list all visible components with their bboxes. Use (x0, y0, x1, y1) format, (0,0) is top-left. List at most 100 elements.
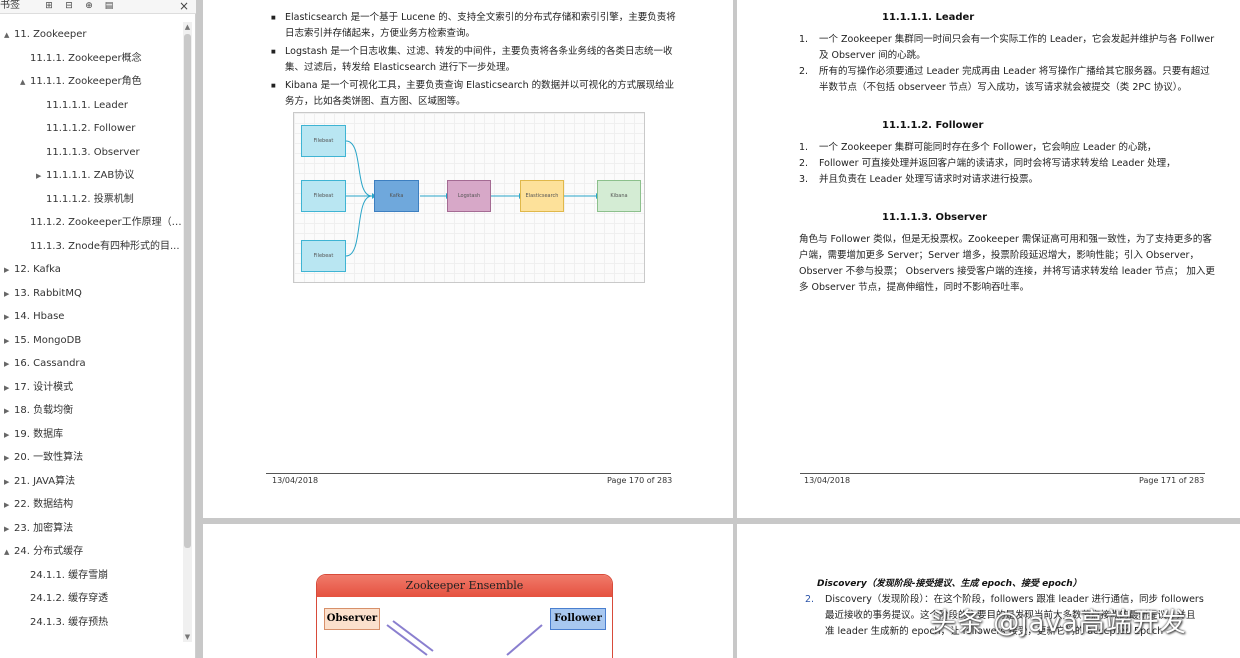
bookmark-label: 23. 加密算法 (14, 522, 74, 534)
collapsed-caret-icon[interactable]: ▶ (4, 353, 9, 375)
expanded-caret-icon[interactable]: ▲ (4, 541, 9, 563)
list-line: 及 Observer 间的心跳。 (819, 50, 926, 61)
bookmark-options-icon[interactable]: ▤ (103, 0, 115, 12)
scrollbar-thumb[interactable] (184, 34, 191, 548)
bookmark-item[interactable]: 24.1.3. 缓存预热 (0, 612, 182, 634)
bookmark-label: 21. JAVA算法 (14, 475, 76, 487)
bookmark-item[interactable]: 24.1.2. 缓存穿透 (0, 588, 182, 610)
elk-architecture-diagram: Filebeat Filebeat Filebeat Kafka Logstas… (293, 112, 645, 283)
bookmark-item[interactable]: ▲ 24. 分布式缓存 (0, 541, 182, 563)
bookmark-item[interactable]: ▶ 12. Kafka (0, 259, 182, 281)
bookmark-label: 24.1.1. 缓存雪崩 (30, 569, 109, 581)
expand-icon[interactable]: ⊞ (43, 0, 55, 12)
connector-line (506, 624, 543, 656)
document-viewer[interactable]: ■ Elasticsearch 是一个基于 Lucene 的、支持全文索引的分布式… (197, 0, 1240, 658)
bullet-icon: ■ (271, 15, 276, 21)
collapsed-caret-icon[interactable]: ▶ (4, 330, 9, 352)
bookmark-label: 11.1.3. Znode有四种形式的目... (30, 240, 180, 252)
bookmark-label: 18. 负载均衡 (14, 405, 74, 416)
bookmark-item[interactable]: ▶ 22. 数据结构 (0, 494, 182, 516)
bullet-line: 日志索引并存储起来，方便业务方检索查询。 (285, 28, 476, 39)
bookmark-item[interactable]: ▶ 11.1.1.1. ZAB协议 (0, 165, 182, 187)
bookmarks-scrollbar[interactable]: ▲ ▼ (183, 22, 192, 642)
list-line: 所有的写操作必须要通过 Leader 完成再由 Leader 将写操作广播给其它… (819, 66, 1210, 77)
bookmark-label: 11.1.1.1. ZAB协议 (46, 170, 135, 181)
collapsed-caret-icon[interactable]: ▶ (4, 283, 9, 305)
collapsed-caret-icon[interactable]: ▶ (4, 471, 9, 493)
bullet-line: Kibana 是一个可视化工具，主要负责查询 Elasticsearch 的数据… (285, 80, 675, 91)
bookmark-item[interactable]: ▶ 19. 数据库 (0, 424, 182, 446)
bookmarks-panel: 书签 ⊞ ⊟ ⊕ ▤ × ▲ 11. Zookeeper 11.1.1. Zooke… (0, 0, 196, 658)
bookmark-item[interactable]: 11.1.2. Zookeeper工作原理（原... (0, 212, 182, 234)
page-170: ■ Elasticsearch 是一个基于 Lucene 的、支持全文索引的分布式… (203, 0, 733, 518)
list-number: 1. (799, 34, 809, 45)
kibana-node: Kibana (597, 180, 641, 212)
bullet-icon: ■ (271, 49, 276, 55)
discovery-heading: Discovery（发现阶段-接受提议、生成 epoch、接受 epoch） (817, 579, 1082, 589)
bookmark-item[interactable]: ▶ 23. 加密算法 (0, 518, 182, 540)
bookmark-item[interactable]: ▶ 17. 设计模式 (0, 377, 182, 399)
bookmark-item[interactable]: 24.1.1. 缓存雪崩 (0, 565, 182, 587)
bookmark-item[interactable]: ▶ 16. Cassandra (0, 353, 182, 375)
follower-list-item: 1. 一个 Zookeeper 集群可能同时存在多个 Follower，它会响应 … (799, 140, 1219, 156)
footer-date: 13/04/2018 (272, 476, 319, 485)
add-bookmark-icon[interactable]: ⊕ (83, 0, 95, 12)
bookmark-item[interactable]: 11.1.1. Zookeeper概念 (0, 48, 182, 70)
collapsed-caret-icon[interactable]: ▶ (4, 518, 9, 540)
bookmark-item[interactable]: 11.1.3. Znode有四种形式的目... (0, 236, 182, 258)
bookmark-label: 14. Hbase (14, 311, 65, 322)
collapsed-caret-icon[interactable]: ▶ (4, 377, 9, 399)
follower-list-item: 2. Follower 可直接处理并返回客户端的读请求，同时会将写请求转发给 Le… (799, 156, 1219, 172)
bookmark-item[interactable]: 11.1.1.2. Follower (0, 118, 182, 140)
filebeat-node: Filebeat (301, 125, 346, 157)
collapsed-caret-icon[interactable]: ▶ (4, 447, 9, 469)
expanded-caret-icon[interactable]: ▲ (20, 71, 25, 93)
scroll-down-icon[interactable]: ▼ (183, 632, 192, 642)
paragraph-line: Observer 不参与投票； Observers 接受客户端的连接，并将写请求… (799, 266, 1215, 277)
bookmark-label: 11.1.1.2. 投票机制 (46, 193, 134, 205)
collapse-icon[interactable]: ⊟ (63, 0, 75, 12)
bookmark-label: 11.1.1. Zookeeper概念 (30, 52, 142, 64)
bookmark-label: 11. Zookeeper (14, 29, 87, 40)
collapsed-caret-icon[interactable]: ▶ (4, 259, 9, 281)
list-line: 一个 Zookeeper 集群同一时间只会有一个实际工作的 Leader，它会发… (819, 34, 1215, 45)
collapsed-caret-icon[interactable]: ▶ (4, 306, 9, 328)
bookmark-label: 11.1.1.3. Observer (46, 146, 140, 158)
bookmark-label: 17. 设计模式 (14, 381, 74, 393)
list-line: 一个 Zookeeper 集群可能同时存在多个 Follower，它会响应 Le… (819, 142, 1157, 153)
bookmark-item[interactable]: ▶ 18. 负载均衡 (0, 400, 182, 422)
collapsed-caret-icon[interactable]: ▶ (4, 424, 9, 446)
bookmark-label: 11.1.2. Zookeeper工作原理（原... (30, 217, 182, 228)
collapsed-caret-icon[interactable]: ▶ (4, 494, 9, 516)
bookmark-item[interactable]: ▲ 11. Zookeeper (0, 24, 182, 46)
bookmark-item[interactable]: ▲ 11.1.1. Zookeeper角色 (0, 71, 182, 93)
close-icon[interactable]: × (178, 0, 190, 12)
collapsed-caret-icon[interactable]: ▶ (4, 400, 9, 422)
bullet-line: 务方，比如各类饼图、直方图、区域图等。 (285, 96, 466, 107)
bookmark-label: 20. 一致性算法 (14, 452, 84, 463)
bookmark-label: 11.1.1.1. Leader (46, 99, 128, 111)
leader-list-item: 2. 所有的写操作必须要通过 Leader 完成再由 Leader 将写操作广播给… (799, 64, 1219, 96)
bullet-line: Logstash 是一个日志收集、过滤、转发的中间件，主要负责将各条业务线的各类… (285, 46, 673, 57)
connector-line (386, 624, 428, 656)
bookmark-item[interactable]: ▶ 15. MongoDB (0, 330, 182, 352)
connector-line (345, 195, 373, 257)
list-line: Follower 可直接处理并返回客户端的读请求，同时会将写请求转发给 Lead… (819, 158, 1176, 169)
bookmark-label: 19. 数据库 (14, 428, 64, 440)
bookmark-label: 15. MongoDB (14, 334, 82, 346)
expanded-caret-icon[interactable]: ▲ (4, 24, 9, 46)
section-heading-observer: 11.1.1.3. Observer (882, 212, 988, 223)
scroll-up-icon[interactable]: ▲ (183, 22, 192, 32)
bullet-line: 集、过滤后，转发给 Elasticsearch 进行下一步处理。 (285, 62, 516, 73)
list-number: 2. (799, 66, 809, 77)
bookmark-item[interactable]: 11.1.1.1. Leader (0, 95, 182, 117)
bookmark-item[interactable]: 11.1.1.2. 投票机制 (0, 189, 182, 211)
bookmarks-tab-label[interactable]: 书签 (0, 0, 20, 12)
bookmark-item[interactable]: ▶ 13. RabbitMQ (0, 283, 182, 305)
connector-line (345, 140, 373, 197)
bookmark-item[interactable]: ▶ 21. JAVA算法 (0, 471, 182, 493)
collapsed-caret-icon[interactable]: ▶ (36, 165, 41, 187)
bookmark-item[interactable]: 11.1.1.3. Observer (0, 142, 182, 164)
bookmark-item[interactable]: ▶ 14. Hbase (0, 306, 182, 328)
bookmark-item[interactable]: ▶ 20. 一致性算法 (0, 447, 182, 469)
